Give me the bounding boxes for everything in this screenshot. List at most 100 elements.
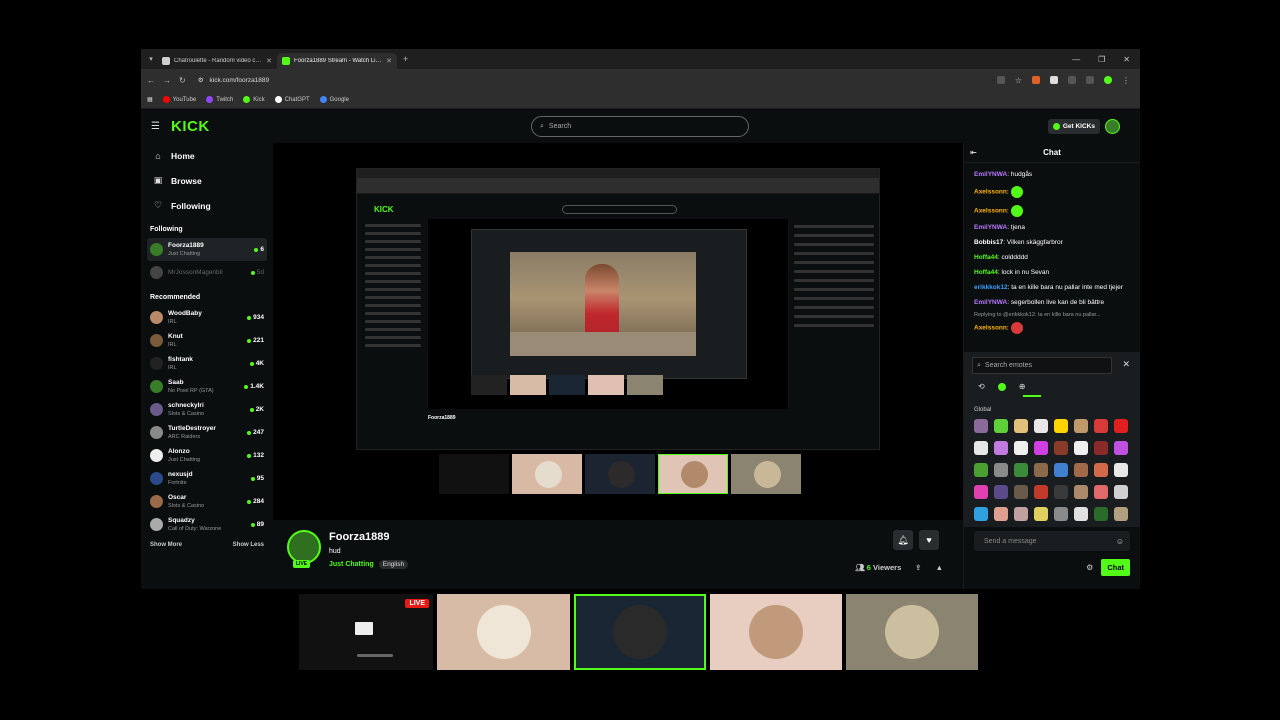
notification-bell-button[interactable]: 🔔︎ bbox=[893, 530, 913, 550]
close-window-icon[interactable]: ✕ bbox=[1123, 55, 1130, 64]
channel-item[interactable]: schneckylri Slots & Casino 2K bbox=[147, 398, 267, 421]
extension-icon[interactable] bbox=[1032, 75, 1040, 84]
emote-icon[interactable] bbox=[994, 419, 1008, 433]
channel-item[interactable]: Squadzy Call of Duty: Warzone 89 bbox=[147, 513, 267, 536]
reload-icon[interactable]: ↻ bbox=[179, 76, 186, 85]
emoji-icon[interactable]: ☺ bbox=[1116, 537, 1124, 546]
emote-icon[interactable] bbox=[1054, 463, 1068, 477]
chat-username[interactable]: erikkkok12 bbox=[974, 284, 1008, 291]
emote-icon[interactable] bbox=[1114, 419, 1128, 433]
emote-icon[interactable] bbox=[1114, 441, 1128, 455]
extension-icon[interactable] bbox=[1050, 75, 1058, 84]
profile-icon[interactable] bbox=[1104, 75, 1112, 84]
emote-icon[interactable] bbox=[1094, 419, 1108, 433]
category-link[interactable]: Just Chatting bbox=[329, 561, 374, 568]
emote-icon[interactable] bbox=[1054, 441, 1068, 455]
emote-icon[interactable] bbox=[1094, 463, 1108, 477]
bookmark-google[interactable]: Google bbox=[319, 96, 349, 103]
media-icon[interactable] bbox=[1086, 75, 1094, 84]
emote-icon[interactable] bbox=[1114, 485, 1128, 499]
bookmark-kick[interactable]: Kick bbox=[243, 96, 265, 103]
nav-home[interactable]: ⌂ Home bbox=[147, 143, 267, 168]
emote-icon[interactable] bbox=[1074, 485, 1088, 499]
emote-icon[interactable] bbox=[1034, 441, 1048, 455]
global-emotes-icon[interactable]: ⊕ bbox=[1019, 382, 1026, 394]
emote-icon[interactable] bbox=[1014, 441, 1028, 455]
emote-icon[interactable] bbox=[974, 419, 988, 433]
apps-grid-icon[interactable]: ▦ bbox=[147, 96, 153, 103]
chat-username[interactable]: Bobbis17 bbox=[974, 239, 1003, 246]
emote-icon[interactable] bbox=[974, 441, 988, 455]
user-avatar[interactable] bbox=[1105, 119, 1120, 134]
streamer-avatar[interactable] bbox=[287, 530, 321, 564]
channel-item[interactable]: WoodBaby IRL 934 bbox=[147, 306, 267, 329]
site-info-icon[interactable]: ⚙ bbox=[198, 76, 204, 84]
emote-icon[interactable] bbox=[1054, 419, 1068, 433]
tab-chatroulette[interactable]: Chatroulette - Random video chat ✕ bbox=[157, 53, 277, 69]
close-icon[interactable]: ✕ bbox=[1122, 359, 1130, 370]
channel-item[interactable]: MrJossonMagenbil 5d bbox=[147, 261, 267, 284]
bookmark-youtube[interactable]: YouTube bbox=[162, 96, 196, 103]
chat-username[interactable]: Hoffa44 bbox=[974, 254, 998, 261]
emote-icon[interactable] bbox=[1094, 485, 1108, 499]
emote-icon[interactable] bbox=[1014, 485, 1028, 499]
emote-icon[interactable] bbox=[974, 463, 988, 477]
menu-dots-icon[interactable]: ⋮ bbox=[1122, 76, 1130, 85]
channel-item[interactable]: TurtleDestroyer ARC Raiders 247 bbox=[147, 421, 267, 444]
emote-icon[interactable] bbox=[1074, 441, 1088, 455]
emote-icon[interactable] bbox=[994, 507, 1008, 521]
emote-icon[interactable] bbox=[1034, 419, 1048, 433]
emote-icon[interactable] bbox=[994, 441, 1008, 455]
camera-tile[interactable] bbox=[574, 594, 706, 670]
tab-kick-stream[interactable]: Foorza1889 Stream - Watch Live on Kick ✕ bbox=[277, 53, 397, 69]
emote-icon[interactable] bbox=[1014, 463, 1028, 477]
search-input[interactable]: ⌕ Search bbox=[531, 116, 749, 137]
emote-icon[interactable] bbox=[1054, 485, 1068, 499]
camera-tile[interactable]: LIVE bbox=[299, 594, 433, 670]
camera-tile[interactable] bbox=[710, 594, 842, 670]
channel-item[interactable]: Knut IRL 221 bbox=[147, 329, 267, 352]
streamer-name[interactable]: Foorza1889 bbox=[329, 531, 390, 543]
chat-username[interactable]: Axelssonn bbox=[974, 189, 1007, 196]
back-icon[interactable]: ← bbox=[147, 76, 155, 85]
channel-item[interactable]: nexusjd Fortnite 95 bbox=[147, 467, 267, 490]
channel-emotes-icon[interactable] bbox=[997, 383, 1006, 391]
chat-username[interactable]: EmilYNWA bbox=[974, 224, 1007, 231]
chat-username[interactable]: Hoffa44 bbox=[974, 269, 998, 276]
forward-icon[interactable]: → bbox=[163, 76, 171, 85]
emote-icon[interactable] bbox=[974, 485, 988, 499]
follow-heart-button[interactable]: ♥ bbox=[919, 530, 939, 550]
emote-icon[interactable] bbox=[1074, 463, 1088, 477]
language-tag[interactable]: English bbox=[378, 560, 409, 569]
thumbnail[interactable] bbox=[731, 454, 801, 494]
emote-icon[interactable] bbox=[1114, 463, 1128, 477]
emote-search-input[interactable]: ⌕ Search emotes bbox=[972, 357, 1112, 374]
chat-username[interactable]: EmilYNWA bbox=[974, 171, 1007, 178]
emote-icon[interactable] bbox=[1034, 463, 1048, 477]
close-tab-icon[interactable]: ✕ bbox=[386, 57, 392, 65]
channel-item[interactable]: Oscar Slots & Casino 284 bbox=[147, 490, 267, 513]
bookmark-star-icon[interactable]: ☆ bbox=[1015, 76, 1022, 85]
close-tab-icon[interactable]: ✕ bbox=[266, 57, 272, 65]
nav-following[interactable]: ♡ Following bbox=[147, 193, 267, 218]
report-icon[interactable]: ▲ bbox=[936, 563, 943, 572]
channel-item[interactable]: fishtank IRL 4K bbox=[147, 352, 267, 375]
emote-icon[interactable] bbox=[1054, 507, 1068, 521]
emote-icon[interactable] bbox=[1034, 485, 1048, 499]
send-chat-button[interactable]: Chat bbox=[1101, 559, 1130, 576]
emote-icon[interactable] bbox=[1034, 507, 1048, 521]
thumbnail[interactable] bbox=[512, 454, 582, 494]
tab-search-icon[interactable]: ▾ bbox=[145, 53, 157, 65]
chat-username[interactable]: Axelssonn bbox=[974, 325, 1007, 332]
translate-icon[interactable] bbox=[996, 75, 1005, 84]
address-bar[interactable]: ⚙ kick.com/foorza1889 bbox=[194, 73, 989, 87]
share-icon[interactable]: ⇪ bbox=[915, 563, 921, 572]
thumbnail[interactable] bbox=[658, 454, 728, 494]
show-more-link[interactable]: Show More bbox=[150, 542, 182, 548]
hamburger-menu-icon[interactable]: ☰ bbox=[151, 121, 167, 132]
show-less-link[interactable]: Show Less bbox=[233, 542, 264, 548]
collapse-chat-icon[interactable]: ⇤ bbox=[970, 148, 977, 157]
emote-icon[interactable] bbox=[974, 507, 988, 521]
emote-icon[interactable] bbox=[1014, 419, 1028, 433]
bookmark-chatgpt[interactable]: ChatGPT bbox=[274, 96, 310, 103]
